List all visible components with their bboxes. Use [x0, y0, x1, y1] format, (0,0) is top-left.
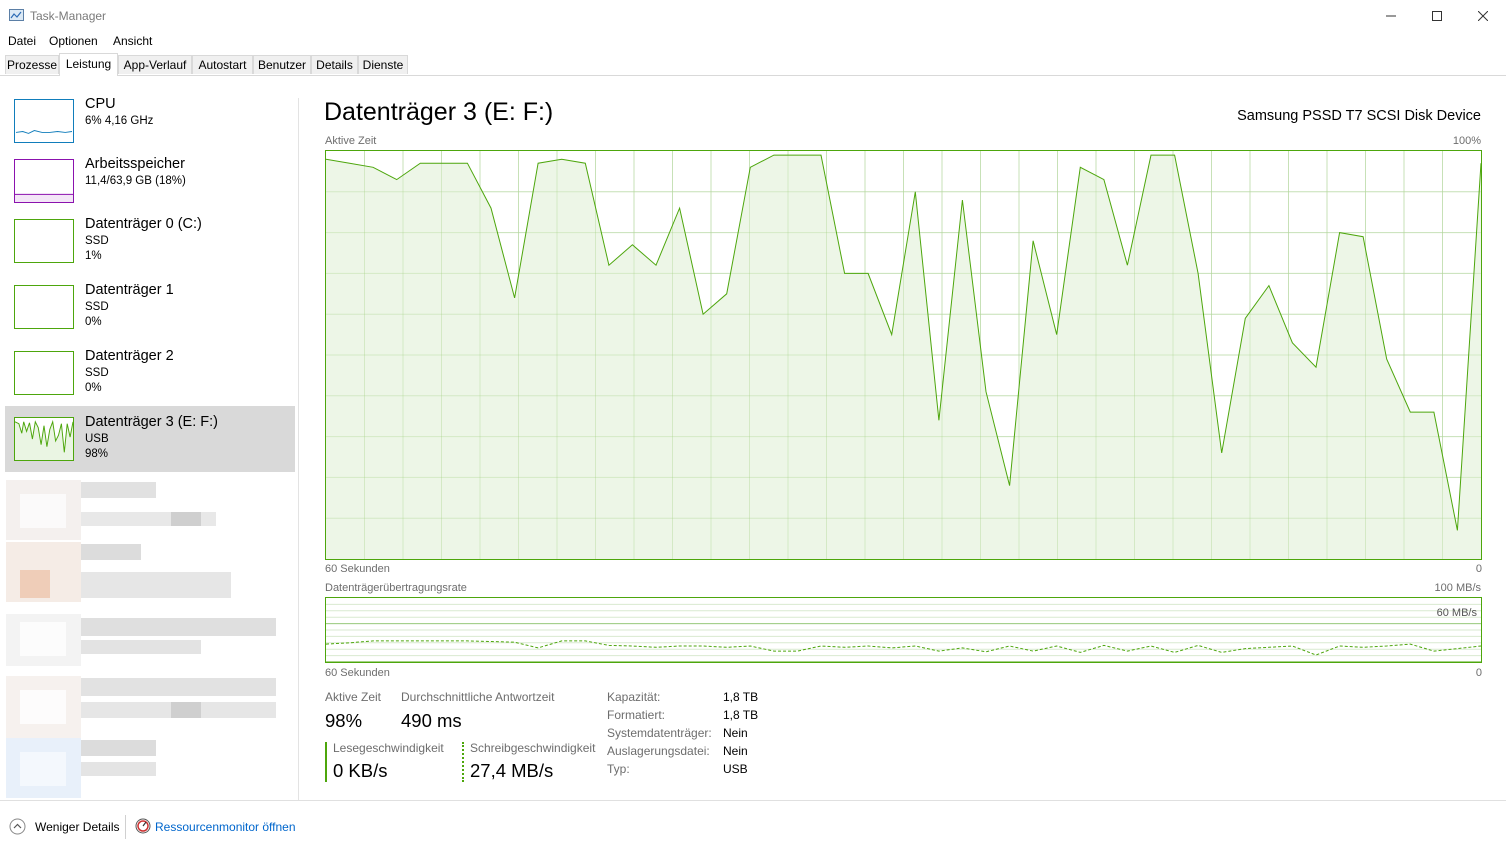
sidebar-item-value: 0% [85, 382, 102, 394]
prop-key: Typ: [607, 762, 630, 776]
write-speed-indicator [462, 742, 464, 782]
sidebar-item-title: Datenträger 2 [85, 348, 174, 364]
sidebar-item-sub: SSD [85, 235, 109, 247]
sidebar-item-title: Arbeitsspeicher [85, 156, 185, 172]
active-time-value: 98% [325, 710, 362, 732]
sidebar-item-title: Datenträger 1 [85, 282, 174, 298]
response-time-label: Durchschnittliche Antwortzeit [401, 690, 554, 704]
tab-dienste[interactable]: Dienste [358, 55, 408, 74]
prop-value: 1,8 TB [723, 690, 758, 704]
sidebar-item-value: 1% [85, 250, 102, 262]
footer-divider [125, 815, 126, 839]
response-time-value: 490 ms [401, 710, 462, 732]
close-icon [1478, 11, 1488, 21]
sidebar-item-disk0[interactable]: Datenträger 0 (C:) SSD 1% [5, 208, 295, 274]
sidebar-item-disk2[interactable]: Datenträger 2 SSD 0% [5, 340, 295, 406]
transfer-rate-graph [325, 597, 1482, 663]
sidebar-item-sub: SSD [85, 301, 109, 313]
sidebar-item-title: CPU [85, 96, 116, 112]
graph1-label: Aktive Zeit [325, 135, 376, 147]
prop-key: Auslagerungsdatei: [607, 744, 710, 758]
window-title: Task-Manager [30, 9, 106, 23]
prop-key: Kapazität: [607, 690, 660, 704]
sidebar-divider [298, 98, 299, 800]
menu-ansicht[interactable]: Ansicht [113, 34, 152, 48]
maximize-button[interactable] [1414, 0, 1460, 31]
less-details-button[interactable]: Weniger Details [35, 820, 119, 834]
resource-monitor-link[interactable]: Ressourcenmonitor öffnen [155, 820, 296, 834]
prop-value: USB [723, 762, 748, 776]
sidebar-item-value: 98% [85, 448, 108, 460]
menu-optionen[interactable]: Optionen [49, 34, 98, 48]
tab-leistung[interactable]: Leistung [59, 53, 118, 76]
graph1-time-label: 60 Sekunden [325, 563, 390, 575]
write-speed-label: Schreibgeschwindigkeit [470, 741, 595, 755]
sidebar-item-sub: USB [85, 433, 109, 445]
read-speed-label: Lesegeschwindigkeit [333, 741, 444, 755]
close-button[interactable] [1460, 0, 1506, 31]
menu-bar: Datei Optionen Ansicht [0, 31, 1506, 51]
resource-monitor-icon [135, 818, 151, 834]
read-speed-value: 0 KB/s [333, 760, 388, 782]
tab-benutzer[interactable]: Benutzer [253, 55, 311, 74]
minimize-button[interactable] [1368, 0, 1414, 31]
tab-autostart[interactable]: Autostart [192, 55, 253, 74]
sidebar-item-title: Datenträger 3 (E: F:) [85, 414, 218, 430]
graph2-mid-label: 60 MB/s [1437, 607, 1477, 619]
read-speed-indicator [325, 742, 327, 782]
sidebar-item-sub: 11,4/63,9 GB (18%) [85, 175, 186, 187]
graph1-min-label: 0 [1476, 563, 1482, 575]
tab-app-verlauf[interactable]: App-Verlauf [118, 55, 192, 74]
write-speed-value: 27,4 MB/s [470, 760, 553, 782]
page-title: Datenträger 3 (E: F:) [324, 98, 553, 127]
title-bar: Task-Manager [0, 0, 1506, 31]
sidebar-item-disk3[interactable]: Datenträger 3 (E: F:) USB 98% [5, 406, 295, 472]
active-time-label: Aktive Zeit [325, 690, 381, 704]
device-name: Samsung PSSD T7 SCSI Disk Device [1237, 108, 1481, 124]
graph2-min-label: 0 [1476, 667, 1482, 679]
menu-datei[interactable]: Datei [8, 34, 36, 48]
sidebar-item-cpu[interactable]: CPU 6% 4,16 GHz [5, 88, 295, 154]
sidebar-item-value: 0% [85, 316, 102, 328]
pixelated-sidebar-items [6, 480, 276, 802]
sidebar-item-disk1[interactable]: Datenträger 1 SSD 0% [5, 274, 295, 340]
tab-details[interactable]: Details [311, 55, 358, 74]
graph1-max-label: 100% [1453, 135, 1481, 147]
sidebar-item-sub: SSD [85, 367, 109, 379]
prop-key: Formatiert: [607, 708, 665, 722]
active-time-graph [325, 150, 1482, 560]
tab-prozesse[interactable]: Prozesse [5, 55, 59, 74]
prop-key: Systemdatenträger: [607, 726, 712, 740]
disk2-thumbnail-graph [14, 351, 74, 395]
sidebar: CPU 6% 4,16 GHz Arbeitsspeicher 11,4/63,… [0, 76, 298, 800]
graph2-max-label: 100 MB/s [1435, 582, 1481, 594]
graph2-label: Datenträgerübertragungsrate [325, 582, 467, 594]
disk0-thumbnail-graph [14, 219, 74, 263]
task-manager-icon [9, 9, 24, 22]
tab-bar: Prozesse Leistung App-Verlauf Autostart … [0, 53, 1506, 76]
prop-value: 1,8 TB [723, 708, 758, 722]
disk1-thumbnail-graph [14, 285, 74, 329]
memory-thumbnail-graph [14, 159, 74, 203]
sidebar-item-title: Datenträger 0 (C:) [85, 216, 202, 232]
graph2-time-label: 60 Sekunden [325, 667, 390, 679]
disk3-thumbnail-graph [14, 417, 74, 461]
minimize-icon [1386, 11, 1396, 21]
prop-value: Nein [723, 744, 748, 758]
sidebar-item-memory[interactable]: Arbeitsspeicher 11,4/63,9 GB (18%) [5, 148, 295, 214]
cpu-thumbnail-graph [14, 99, 74, 143]
chevron-up-circle-icon[interactable] [9, 818, 26, 835]
prop-value: Nein [723, 726, 748, 740]
maximize-icon [1432, 11, 1442, 21]
footer: Weniger Details Ressourcenmonitor öffnen [0, 800, 1506, 853]
sidebar-item-sub: 6% 4,16 GHz [85, 115, 153, 127]
